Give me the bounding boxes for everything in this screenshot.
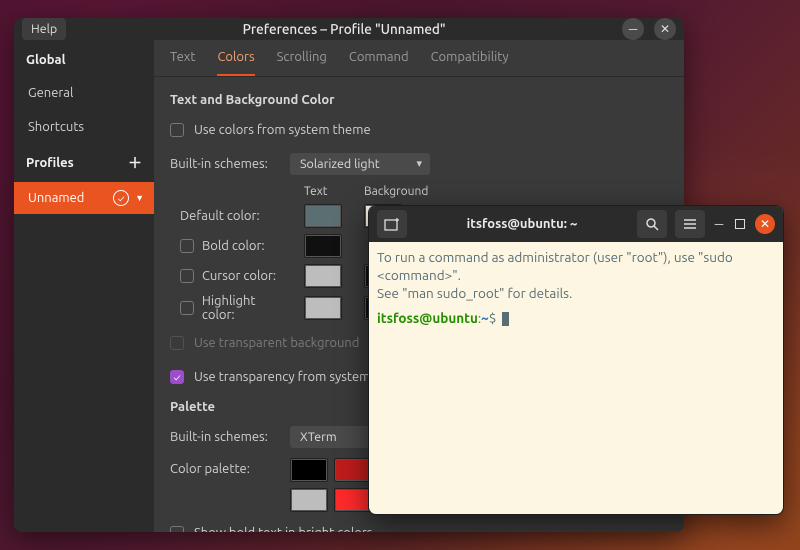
- column-header-text: Text: [304, 185, 350, 198]
- tab-scrolling[interactable]: Scrolling: [277, 50, 327, 76]
- palette-swatch-5[interactable]: [334, 488, 372, 512]
- column-header-background: Background: [364, 185, 414, 198]
- close-button[interactable]: ✕: [654, 18, 676, 40]
- tabs: Text Colors Scrolling Command Compatibil…: [154, 40, 684, 77]
- palette-swatch-4[interactable]: [290, 488, 328, 512]
- swatch-highlight-text[interactable]: [304, 296, 342, 320]
- section-text-bg: Text and Background Color: [170, 93, 668, 107]
- sidebar-item-general[interactable]: General: [14, 76, 154, 110]
- search-button[interactable]: [637, 210, 667, 238]
- terminal-title: itsfoss@ubuntu: ~: [415, 217, 629, 231]
- label-bold-bright: Show bold text in bright colors: [194, 526, 372, 532]
- label-transparent-bg: Use transparent background: [194, 336, 359, 350]
- label-color-palette: Color palette:: [170, 458, 280, 476]
- terminal-output-line: See "man sudo_root" for details.: [377, 284, 775, 302]
- new-tab-icon: [384, 217, 400, 231]
- terminal-content[interactable]: To run a command as administrator (user …: [369, 242, 783, 514]
- tab-text[interactable]: Text: [170, 50, 195, 76]
- close-button[interactable]: ✕: [755, 214, 775, 234]
- tab-colors[interactable]: Colors: [217, 50, 254, 76]
- preferences-titlebar: Help Preferences – Profile "Unnamed" ─ ✕: [14, 18, 684, 40]
- checkbox-use-transparency-system[interactable]: [170, 370, 184, 384]
- checkbox-highlight-color[interactable]: [180, 301, 194, 315]
- preferences-sidebar: Global General Shortcuts Profiles ＋ Unna…: [14, 40, 154, 532]
- swatch-default-text[interactable]: [304, 204, 342, 228]
- label-highlight-color: Highlight color:: [202, 294, 290, 322]
- minimize-button[interactable]: ─: [713, 218, 725, 230]
- label-bold-color: Bold color:: [202, 239, 265, 253]
- search-icon: [645, 217, 659, 231]
- maximize-button[interactable]: [735, 219, 745, 229]
- dropdown-textbg-scheme[interactable]: Solarized light: [290, 153, 430, 175]
- label-default-color: Default color:: [180, 209, 290, 223]
- sidebar-item-shortcuts[interactable]: Shortcuts: [14, 110, 154, 144]
- new-tab-button[interactable]: [377, 210, 407, 238]
- checkbox-use-system-theme[interactable]: [170, 123, 184, 137]
- terminal-window: itsfoss@ubuntu: ~ ─ ✕ To run a command a…: [368, 205, 784, 515]
- minimize-button[interactable]: ─: [622, 18, 644, 40]
- terminal-output-line: To run a command as administrator (user …: [377, 248, 775, 284]
- terminal-prompt: itsfoss@ubuntu:~$: [377, 309, 775, 327]
- label-cursor-color: Cursor color:: [202, 269, 276, 283]
- label-builtin-schemes: Built-in schemes:: [170, 157, 280, 171]
- terminal-cursor: [502, 312, 509, 326]
- checkbox-cursor-color[interactable]: [180, 269, 194, 283]
- hamburger-menu-button[interactable]: [675, 210, 705, 238]
- hamburger-icon: [683, 218, 697, 230]
- window-title: Preferences – Profile "Unnamed": [74, 21, 614, 37]
- help-button[interactable]: Help: [22, 18, 66, 40]
- checkbox-bold-bright[interactable]: [170, 526, 184, 532]
- tab-command[interactable]: Command: [349, 50, 409, 76]
- chevron-down-icon[interactable]: ▼: [135, 193, 144, 203]
- check-circle-icon: [113, 190, 129, 206]
- swatch-bold-text[interactable]: [304, 234, 342, 258]
- sidebar-header-global: Global: [14, 44, 154, 76]
- palette-swatch-0[interactable]: [290, 458, 328, 482]
- sidebar-item-unnamed[interactable]: Unnamed ▼: [14, 182, 154, 214]
- label-builtin-schemes-palette: Built-in schemes:: [170, 430, 280, 444]
- swatch-cursor-text[interactable]: [304, 264, 342, 288]
- checkbox-bold-color[interactable]: [180, 239, 194, 253]
- checkbox-transparent-bg: [170, 336, 184, 350]
- add-profile-icon[interactable]: ＋: [128, 153, 142, 173]
- palette-swatch-1[interactable]: [334, 458, 372, 482]
- tab-compatibility[interactable]: Compatibility: [431, 50, 509, 76]
- sidebar-header-profiles: Profiles ＋: [14, 144, 154, 182]
- terminal-titlebar: itsfoss@ubuntu: ~ ─ ✕: [369, 206, 783, 242]
- label-use-system-theme: Use colors from system theme: [194, 123, 371, 137]
